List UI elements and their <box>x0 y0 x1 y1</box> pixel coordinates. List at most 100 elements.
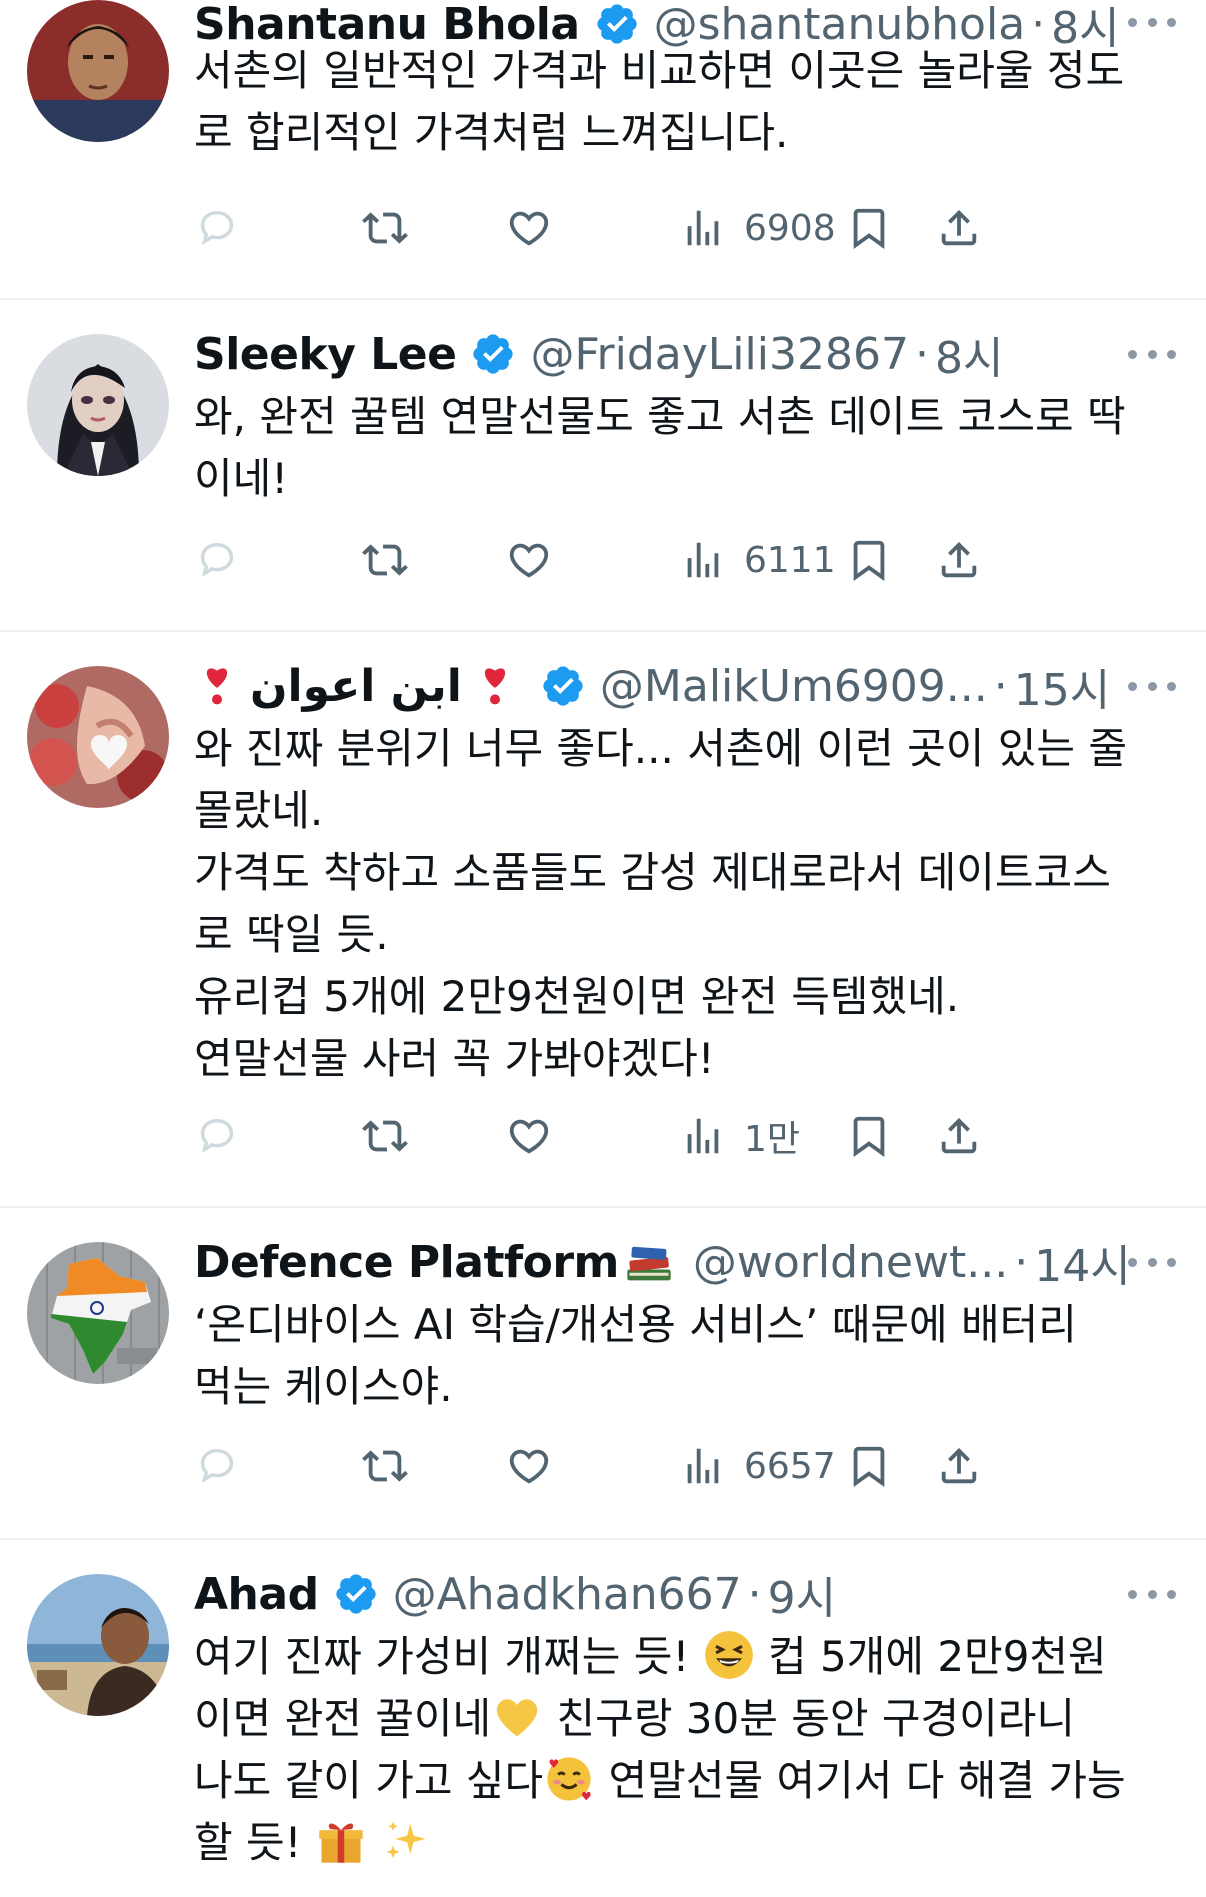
tweet-text: ‘온디바이스 AI 학습/개선용 서비스’ 때문에 배터리 먹는 케이스야. <box>194 1300 1077 1411</box>
tweet-text: 여기 진짜 가성비 개쩌는 듯! 컵 5개에 2만9천원 이면 완전 꿀이네 친… <box>194 1626 1174 1874</box>
reply-icon <box>200 542 234 578</box>
retweet-icon <box>362 1120 408 1152</box>
display-name[interactable]: ابن اعوان <box>250 661 462 712</box>
display-name[interactable]: Defence Platform <box>194 1237 619 1288</box>
more-icon[interactable] <box>1128 666 1176 706</box>
tweet[interactable]: Sleeky Lee @FridayLili32867 · 8시 와, 완전 꿀… <box>0 300 1206 630</box>
tweet[interactable]: Ahad @Ahadkhan667 · 9시 여기 진짜 가성비 개쩌는 듯! … <box>0 1540 1206 1897</box>
views-icon <box>687 1448 719 1484</box>
share-icon <box>941 1447 977 1484</box>
share-icon <box>941 1117 977 1154</box>
separator-dot: · <box>747 1568 762 1620</box>
verified-badge-icon <box>540 663 586 709</box>
share-icon <box>941 209 977 246</box>
tweet-actions: 6657 <box>194 1434 1176 1498</box>
retweet-icon <box>362 1450 408 1482</box>
views-icon <box>687 542 719 578</box>
like-button[interactable] <box>506 528 552 592</box>
more-icon[interactable] <box>1128 1574 1176 1614</box>
separator-dot: · <box>993 660 1008 712</box>
tweet-text: 와 진짜 분위기 너무 좋다... 서촌에 이런 곳이 있는 줄 몰랐네. 가격… <box>194 724 1128 1083</box>
separator-dot: · <box>1014 1236 1029 1288</box>
avatar[interactable] <box>27 1574 169 1716</box>
views-count: 1만 <box>744 1119 801 1160</box>
tweet-actions: 6111 <box>194 528 1176 592</box>
share-button[interactable] <box>936 1104 982 1168</box>
user-handle[interactable]: @MalikUm6909... <box>600 661 988 712</box>
books-icon <box>623 1237 673 1287</box>
tweet-header: Ahad @Ahadkhan667 · 9시 <box>194 1562 1176 1626</box>
reply-button[interactable] <box>194 528 240 592</box>
reply-button[interactable] <box>194 196 240 260</box>
tweet-header: Defence Platform @worldnewt... · 14시 <box>194 1230 1176 1294</box>
share-icon <box>941 541 977 578</box>
grinning-squinting-face-icon <box>703 1629 755 1681</box>
like-icon <box>509 543 549 578</box>
retweet-button[interactable] <box>362 1434 408 1498</box>
verified-badge-icon <box>333 1571 379 1617</box>
like-button[interactable] <box>506 1104 552 1168</box>
reply-button[interactable] <box>194 1434 240 1498</box>
more-icon[interactable] <box>1128 334 1176 374</box>
bookmark-icon <box>853 1116 885 1157</box>
reply-icon <box>200 1118 234 1154</box>
like-icon <box>509 1449 549 1484</box>
share-button[interactable] <box>936 528 982 592</box>
bookmark-button[interactable] <box>846 528 892 592</box>
heart-exclamation-icon <box>472 663 518 709</box>
like-button[interactable] <box>506 196 552 260</box>
user-handle[interactable]: @FridayLili32867 <box>530 329 909 380</box>
avatar[interactable] <box>27 334 169 476</box>
timestamp[interactable]: 14시 <box>1034 1230 1130 1294</box>
like-icon <box>509 1119 549 1154</box>
views-button[interactable]: 6657 <box>680 1434 836 1498</box>
more-icon[interactable] <box>1128 1242 1176 1282</box>
tweet-text: 서촌의 일반적인 가격과 비교하면 이곳은 놀라울 정도 로 합리적인 가격처럼… <box>194 46 1125 157</box>
display-name[interactable]: Sleeky Lee <box>194 329 457 380</box>
user-handle[interactable]: @Ahadkhan667 <box>393 1569 742 1620</box>
reply-icon <box>200 210 234 246</box>
tweet-text: 와, 완전 꿀템 연말선물도 좋고 서촌 데이트 코스로 딱 이네! <box>194 392 1126 503</box>
tweet-actions: 6908 <box>194 196 1176 260</box>
views-count: 6657 <box>744 1445 836 1487</box>
retweet-button[interactable] <box>362 1104 408 1168</box>
retweet-button[interactable] <box>362 528 408 592</box>
bookmark-button[interactable] <box>846 196 892 260</box>
reply-icon <box>200 1448 234 1484</box>
smiling-face-with-hearts-icon <box>543 1753 595 1805</box>
views-button[interactable]: 6111 <box>680 528 836 592</box>
views-button[interactable]: 6908 <box>680 196 836 260</box>
timestamp[interactable]: 8시 <box>935 322 1003 386</box>
sparkles-icon <box>380 1815 432 1867</box>
timestamp[interactable]: 9시 <box>768 1562 836 1626</box>
heart-exclamation-icon <box>194 663 240 709</box>
views-button[interactable]: 1만 <box>680 1104 800 1168</box>
bookmark-icon <box>853 1446 885 1487</box>
tweet-header: ابن اعوان @MalikUm6909... · 15시 <box>194 656 1176 716</box>
tweet[interactable]: Shantanu Bhola @shantanubhola · 8시 서촌의 일… <box>0 0 1206 300</box>
timestamp[interactable]: 15시 <box>1014 654 1110 718</box>
separator-dot: · <box>914 328 929 380</box>
bookmark-icon <box>853 540 885 581</box>
gift-icon <box>315 1815 367 1867</box>
share-button[interactable] <box>936 196 982 260</box>
tweet[interactable]: Defence Platform @worldnewt... · 14시 ‘온디… <box>0 1208 1206 1538</box>
avatar[interactable] <box>27 666 169 808</box>
like-button[interactable] <box>506 1434 552 1498</box>
like-icon <box>509 211 549 246</box>
more-icon[interactable] <box>1128 2 1176 42</box>
bookmark-icon <box>853 208 885 249</box>
bookmark-button[interactable] <box>846 1104 892 1168</box>
tweet[interactable]: ابن اعوان @MalikUm6909... · 15시 와 진짜 분위기… <box>0 632 1206 1206</box>
tweet-header: Sleeky Lee @FridayLili32867 · 8시 <box>194 322 1176 386</box>
user-handle[interactable]: @worldnewt... <box>693 1237 1008 1288</box>
reply-button[interactable] <box>194 1104 240 1168</box>
yellow-heart-icon <box>491 1691 543 1743</box>
bookmark-button[interactable] <box>846 1434 892 1498</box>
avatar[interactable] <box>27 0 169 142</box>
share-button[interactable] <box>936 1434 982 1498</box>
display-name[interactable]: Ahad <box>194 1569 319 1620</box>
views-count: 6908 <box>744 207 836 249</box>
avatar[interactable] <box>27 1242 169 1384</box>
retweet-button[interactable] <box>362 196 408 260</box>
